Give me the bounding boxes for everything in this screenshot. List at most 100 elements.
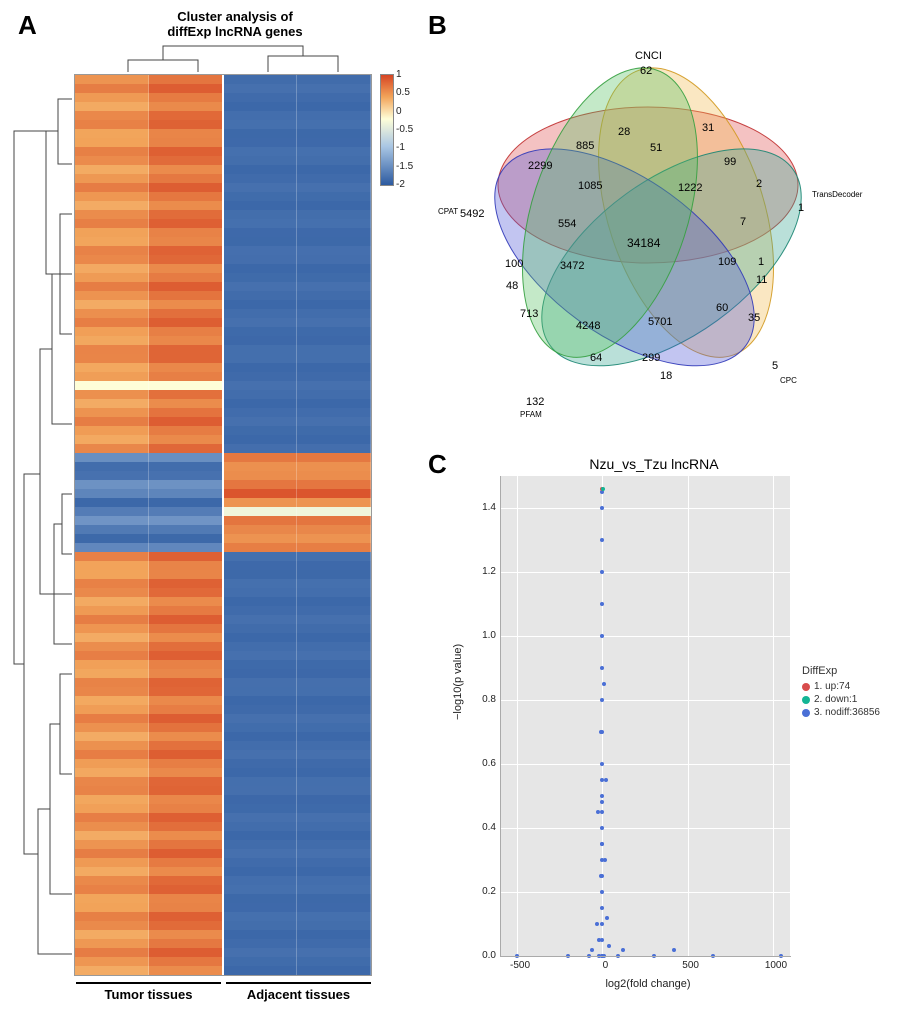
venn-n4248: 4248 xyxy=(576,320,600,332)
scatter-point xyxy=(600,602,604,606)
scatter-point xyxy=(621,948,625,952)
venn-n-pfam: 132 xyxy=(526,396,544,408)
scatter-plot-area xyxy=(500,476,790,956)
legend-label: 2. down:1 xyxy=(814,694,857,705)
venn-n2299: 2299 xyxy=(528,160,552,172)
scatter-title: Nzu_vs_Tzu lncRNA xyxy=(554,456,754,472)
scatter-point xyxy=(602,682,606,686)
column-dendrogram xyxy=(88,42,368,72)
venn-n-cpat: 5492 xyxy=(460,208,484,220)
venn-n28: 28 xyxy=(618,126,630,138)
scatter-point xyxy=(600,698,604,702)
scatter-point xyxy=(779,954,783,958)
venn-n-td: 1 xyxy=(798,202,804,214)
scatter-point xyxy=(600,794,604,798)
scatter-legend: DiffExp 1. up:74 2. down:1 3. nodiff:36856 xyxy=(802,665,880,720)
scatter-xlabel: log2(fold change) xyxy=(568,978,728,990)
group-adjacent-label: Adjacent tissues xyxy=(226,982,371,1002)
scatter-ytick: 1.2 xyxy=(478,566,496,577)
scatter-point xyxy=(587,954,591,958)
legend-swatch xyxy=(802,709,810,717)
scatter-ytick: 0.6 xyxy=(478,758,496,769)
venn-set-cpat: CPAT xyxy=(438,207,458,216)
group-tumor-label: Tumor tissues xyxy=(76,982,221,1002)
scatter-point xyxy=(590,948,594,952)
scatter-point xyxy=(600,538,604,542)
scatter-point xyxy=(607,944,611,948)
colorbar-tick: 0 xyxy=(396,106,402,117)
venn-n51: 51 xyxy=(650,142,662,154)
scatter-point xyxy=(603,858,607,862)
scatter-ytick: 1.0 xyxy=(478,630,496,641)
venn-n3472: 3472 xyxy=(560,260,584,272)
venn-n-center: 34184 xyxy=(627,236,660,250)
legend-row: 3. nodiff:36856 xyxy=(802,707,880,718)
scatter-xtick: -500 xyxy=(505,960,535,971)
panel-c-label: C xyxy=(428,449,447,480)
legend-row: 2. down:1 xyxy=(802,694,880,705)
venn-n-cnci: 62 xyxy=(640,65,652,77)
venn-n1222: 1222 xyxy=(678,182,702,194)
scatter-point xyxy=(600,762,604,766)
colorbar-tick: -2 xyxy=(396,179,405,190)
colorbar-tick: 1 xyxy=(396,69,402,80)
scatter-point xyxy=(599,874,603,878)
scatter-point xyxy=(600,842,604,846)
scatter-point xyxy=(600,506,604,510)
venn-set-cpc: CPC xyxy=(780,376,797,385)
scatter-point xyxy=(600,922,604,926)
legend-label: 1. up:74 xyxy=(814,681,850,692)
scatter-xtick: 0 xyxy=(590,960,620,971)
venn-n5701: 5701 xyxy=(648,316,672,328)
scatter-ytick: 0.4 xyxy=(478,822,496,833)
scatter-xtick: 500 xyxy=(676,960,706,971)
venn-n7: 7 xyxy=(740,216,746,228)
colorbar-tick: -1 xyxy=(396,142,405,153)
scatter-ytick: 0.0 xyxy=(478,950,496,961)
venn-n2: 2 xyxy=(756,178,762,190)
scatter-point xyxy=(600,906,604,910)
colorbar-tick: 0.5 xyxy=(396,87,410,98)
legend-title: DiffExp xyxy=(802,665,880,677)
legend-swatch xyxy=(802,696,810,704)
venn-set-cnci: CNCI xyxy=(635,50,662,62)
venn-diagram xyxy=(428,20,868,430)
scatter-point xyxy=(600,800,604,804)
legend-swatch xyxy=(802,683,810,691)
venn-n-cpc: 5 xyxy=(772,360,778,372)
venn-n109: 109 xyxy=(718,256,736,268)
legend-row: 1. up:74 xyxy=(802,681,880,692)
scatter-xtick: 1000 xyxy=(761,960,791,971)
venn-n1: 1 xyxy=(758,256,764,268)
scatter-point xyxy=(566,954,570,958)
venn-n35: 35 xyxy=(748,312,760,324)
heatmap-title: Cluster analysis of diffExp lncRNA genes xyxy=(120,10,350,40)
scatter-ytick: 0.2 xyxy=(478,886,496,897)
scatter-point xyxy=(601,487,605,491)
venn-n554: 554 xyxy=(558,218,576,230)
heatmap-grid xyxy=(74,74,372,976)
scatter-point xyxy=(711,954,715,958)
colorbar-tick: -1.5 xyxy=(396,161,413,172)
venn-set-transdecoder: TransDecoder xyxy=(812,190,862,199)
venn-n99: 99 xyxy=(724,156,736,168)
scatter-point xyxy=(597,938,601,942)
scatter-ytick: 1.4 xyxy=(478,502,496,513)
scatter-point xyxy=(616,954,620,958)
panel-a-label: A xyxy=(18,10,37,41)
scatter-point xyxy=(600,634,604,638)
legend-label: 3. nodiff:36856 xyxy=(814,707,880,718)
scatter-point xyxy=(595,922,599,926)
venn-set-pfam: PFAM xyxy=(520,410,542,419)
scatter-point xyxy=(600,826,604,830)
scatter-ylabel: −log10(p value) xyxy=(452,644,464,720)
venn-n60: 60 xyxy=(716,302,728,314)
venn-n18: 18 xyxy=(660,370,672,382)
scatter-point xyxy=(652,954,656,958)
venn-n11: 11 xyxy=(756,274,767,286)
scatter-point xyxy=(604,778,608,782)
scatter-point xyxy=(600,666,604,670)
colorbar-tick: -0.5 xyxy=(396,124,413,135)
scatter-point xyxy=(605,916,609,920)
scatter-point xyxy=(672,948,676,952)
